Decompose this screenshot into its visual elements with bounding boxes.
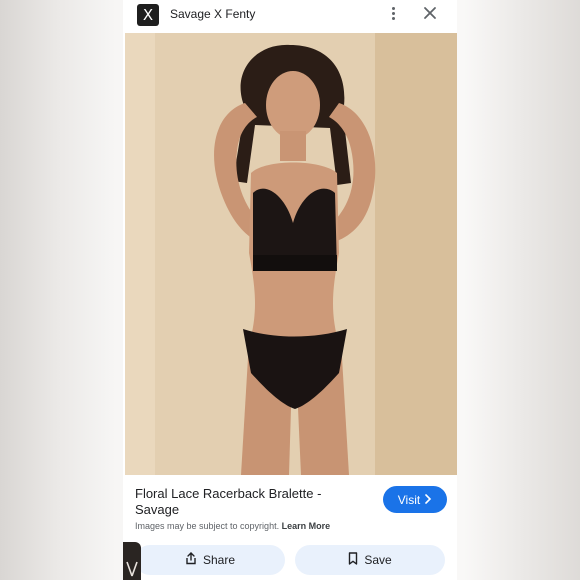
site-name[interactable]: Savage X Fenty [170,7,255,21]
image-preview-panel: X Savage X Fenty Floral Lace Racerback B… [123,0,457,580]
visit-button[interactable]: Visit [383,486,447,513]
share-button[interactable]: Share [135,545,285,575]
product-photo[interactable] [125,33,457,475]
adjacent-result-thumbnail[interactable] [123,542,141,580]
share-icon [185,552,197,568]
preview-header: X Savage X Fenty [123,0,457,33]
site-logo: X [137,4,159,26]
chevron-right-icon [424,493,432,507]
share-label: Share [202,553,236,567]
close-icon[interactable] [423,6,437,20]
learn-more-link[interactable]: Learn More [282,521,331,531]
save-label: Save [364,553,392,567]
copyright-disclaimer: Images may be subject to copyright. Lear… [135,521,330,531]
save-button[interactable]: Save [295,545,445,575]
result-title[interactable]: Floral Lace Racerback Bralette - Savage [135,486,365,518]
visit-button-label: Visit [397,492,421,507]
disclaimer-text: Images may be subject to copyright. [135,521,280,531]
bookmark-icon [348,552,358,568]
more-vert-icon[interactable] [389,6,397,22]
